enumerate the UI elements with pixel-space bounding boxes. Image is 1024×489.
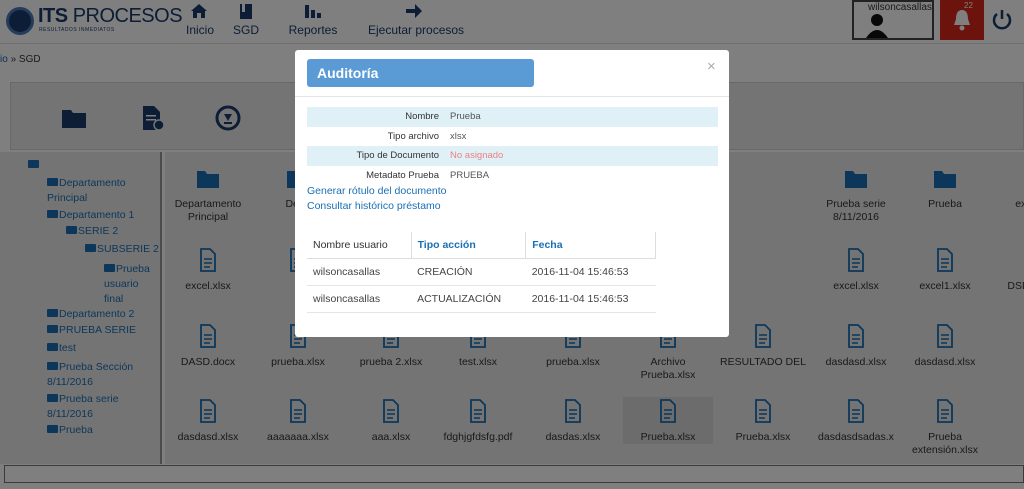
property-row: Nombre Prueba bbox=[307, 107, 718, 127]
property-label: Tipo archivo bbox=[387, 130, 439, 142]
divider bbox=[295, 96, 729, 97]
property-row: Metadato Prueba PRUEBA bbox=[307, 166, 718, 186]
table-cell: ACTUALIZACIÓN bbox=[411, 285, 526, 313]
table-cell: CREACIÓN bbox=[411, 258, 526, 286]
column-header-usuario[interactable]: Nombre usuario bbox=[307, 232, 412, 259]
app: ITS PROCESOS RESULTADOS INMEDIATOS Inici… bbox=[0, 0, 1024, 489]
property-value: No asignado bbox=[450, 150, 504, 161]
audit-modal: Auditoría × Nombre Prueba Tipo archivo xlsx… bbox=[295, 50, 729, 337]
property-value: xlsx bbox=[450, 130, 467, 142]
table-cell: wilsoncasallas bbox=[307, 285, 412, 313]
loan-history-link[interactable]: Consultar histórico préstamo bbox=[307, 200, 441, 212]
audit-table-header: Nombre usuario Tipo acción Fecha bbox=[307, 232, 656, 259]
property-label: Nombre bbox=[405, 111, 439, 122]
modal-title: Auditoría bbox=[307, 59, 534, 87]
property-label: Tipo de Documento bbox=[356, 150, 439, 161]
table-cell: wilsoncasallas bbox=[307, 258, 412, 286]
column-header-fecha[interactable]: Fecha bbox=[525, 232, 656, 259]
table-cell: 2016-11-04 15:46:53 bbox=[525, 258, 656, 286]
property-value: Prueba bbox=[450, 111, 481, 122]
properties-table: Nombre Prueba Tipo archivo xlsx Tipo de Docu… bbox=[307, 107, 718, 185]
table-cell: 2016-11-04 15:46:53 bbox=[525, 285, 656, 313]
property-label: Metadato Prueba bbox=[366, 169, 439, 181]
property-row: Tipo de Documento No asignado bbox=[307, 146, 718, 166]
audit-table: Nombre usuario Tipo acción Fecha wilsonc… bbox=[307, 232, 656, 313]
close-icon[interactable]: × bbox=[707, 58, 716, 75]
property-row: Tipo archivo xlsx bbox=[307, 127, 718, 147]
property-value: PRUEBA bbox=[450, 169, 490, 181]
generate-label-link[interactable]: Generar rótulo del documento bbox=[307, 185, 447, 197]
table-row: wilsoncasallas CREACIÓN 2016-11-04 15:46:5… bbox=[307, 258, 656, 286]
table-row: wilsoncasallas ACTUALIZACIÓN 2016-11-04 15… bbox=[307, 285, 656, 313]
column-header-tipo-accion[interactable]: Tipo acción bbox=[410, 232, 526, 259]
